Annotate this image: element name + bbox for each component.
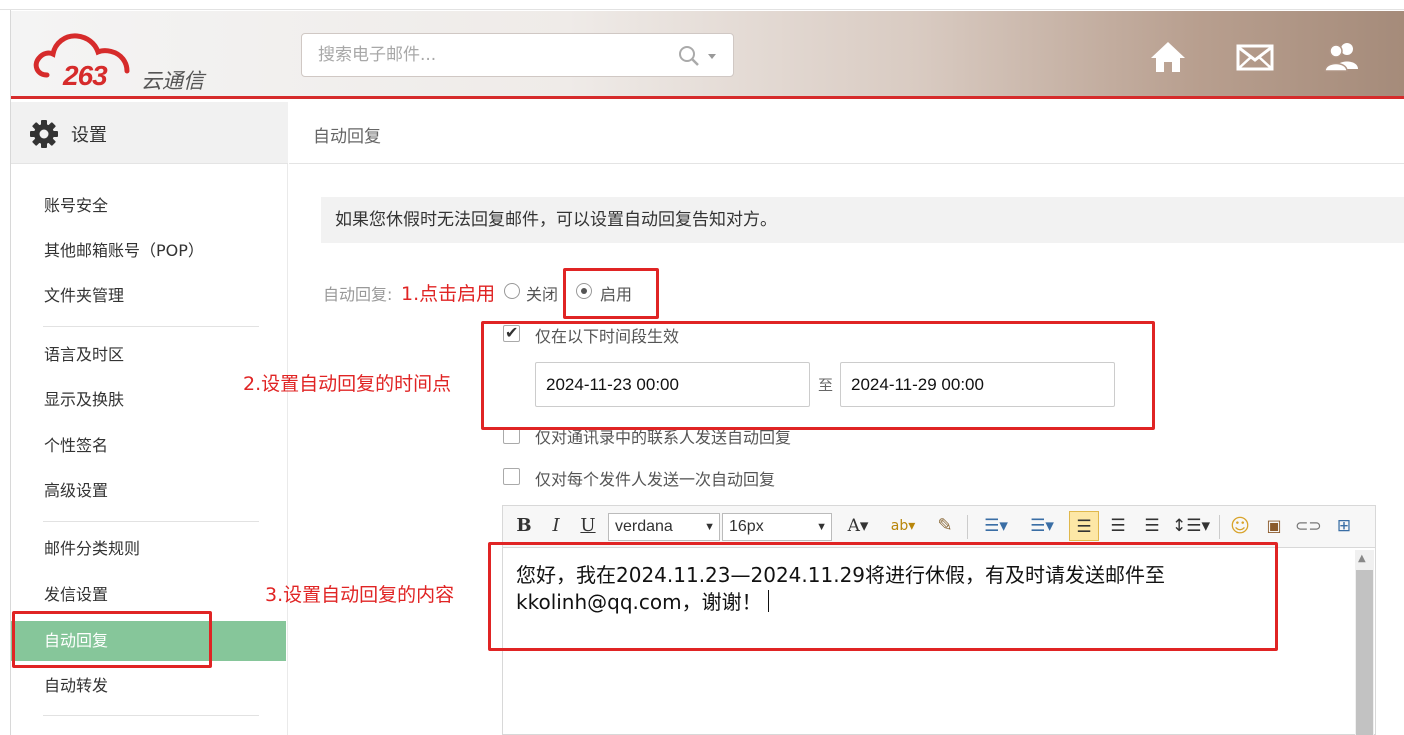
italic-button[interactable]: I bbox=[545, 506, 567, 546]
logo[interactable]: 263 云通信 bbox=[33, 27, 233, 93]
annotation-step-2: 2.设置自动回复的时间点 bbox=[243, 373, 452, 395]
align-right-icon[interactable]: ☰ bbox=[1139, 506, 1165, 546]
font-color-icon[interactable]: A▾ bbox=[841, 506, 875, 546]
info-notice: 如果您休假时无法回复邮件，可以设置自动回复告知对方。 bbox=[321, 197, 1404, 243]
editor-toolbar: B I U verdana ▼ 16px ▼ A▾ ab▾ ✎ ☰▾ ☰▾ ☰ … bbox=[502, 505, 1376, 547]
search-box[interactable] bbox=[301, 33, 734, 77]
sidebar-item-send-settings[interactable]: 发信设置 bbox=[11, 575, 286, 615]
underline-button[interactable]: U bbox=[577, 506, 599, 546]
format-painter-icon[interactable]: ✎ bbox=[931, 506, 959, 546]
sidebar-item-advanced-settings[interactable]: 高级设置 bbox=[11, 471, 286, 511]
logo-text: 云通信 bbox=[141, 69, 204, 93]
annotation-box-time bbox=[481, 321, 1155, 430]
once-per-sender-label: 仅对每个发件人发送一次自动回复 bbox=[535, 470, 776, 489]
annotation-step-3: 3.设置自动回复的内容 bbox=[265, 584, 455, 606]
font-size-value: 16px bbox=[729, 518, 764, 535]
scroll-up-icon[interactable]: ▲ bbox=[1358, 553, 1366, 564]
annotation-box-enable bbox=[563, 268, 659, 319]
sidebar-item-folder-management[interactable]: 文件夹管理 bbox=[11, 276, 286, 316]
page: 263 云通信 搜索电子邮件... 设置 账号安全 其他邮箱账号（POP） 文件… bbox=[0, 0, 1404, 735]
auto-reply-label: 自动回复: bbox=[323, 285, 393, 304]
ordered-list-icon[interactable]: ☰▾ bbox=[977, 506, 1015, 546]
font-size-select[interactable]: 16px ▼ bbox=[722, 513, 832, 541]
sidebar-divider bbox=[43, 326, 259, 327]
sidebar-item-auto-forward[interactable]: 自动转发 bbox=[11, 666, 286, 706]
font-family-value: verdana bbox=[615, 518, 673, 535]
sidebar-item-account-security[interactable]: 账号安全 bbox=[11, 186, 286, 226]
contacts-icon[interactable] bbox=[1322, 39, 1362, 75]
sidebar-item-mail-rules[interactable]: 邮件分类规则 bbox=[11, 529, 286, 569]
sidebar-title: 设置 bbox=[71, 125, 107, 146]
annotation-box-sidebar bbox=[12, 611, 212, 668]
radio-off-label[interactable]: 关闭 bbox=[526, 281, 558, 305]
unordered-list-icon[interactable]: ☰▾ bbox=[1023, 506, 1061, 546]
highlight-color-icon[interactable]: ab▾ bbox=[883, 506, 923, 546]
toolbar-divider bbox=[967, 515, 968, 539]
home-icon[interactable] bbox=[1148, 39, 1188, 75]
main-header: 自动回复 bbox=[289, 102, 1404, 164]
align-center-icon[interactable]: ☰ bbox=[1105, 506, 1131, 546]
sidebar-divider bbox=[43, 521, 259, 522]
toolbar-divider bbox=[1219, 515, 1220, 539]
sidebar-item-signature[interactable]: 个性签名 bbox=[11, 426, 286, 466]
annotation-step-1: 1.点击启用 bbox=[401, 283, 496, 305]
radio-off[interactable] bbox=[504, 283, 520, 299]
sidebar-header: 设置 bbox=[11, 102, 288, 164]
sidebar-item-pop-accounts[interactable]: 其他邮箱账号（POP） bbox=[11, 231, 286, 271]
link-icon[interactable]: ⊂⊃ bbox=[1295, 506, 1322, 546]
align-left-icon[interactable]: ☰ bbox=[1069, 511, 1099, 541]
page-title: 自动回复 bbox=[313, 127, 381, 147]
search-icon[interactable] bbox=[678, 45, 718, 67]
image-icon[interactable]: ▣ bbox=[1261, 506, 1287, 546]
mail-icon[interactable] bbox=[1235, 39, 1275, 75]
chevron-down-icon: ▼ bbox=[704, 521, 715, 533]
gear-icon bbox=[30, 120, 58, 148]
editor-scrollbar-thumb[interactable] bbox=[1356, 570, 1373, 735]
once-per-sender-checkbox[interactable] bbox=[503, 468, 520, 485]
sidebar-divider bbox=[43, 715, 259, 716]
emoji-icon[interactable]: ☺ bbox=[1227, 506, 1253, 546]
table-icon[interactable]: ⊞ bbox=[1331, 506, 1357, 546]
annotation-box-content bbox=[488, 542, 1278, 651]
chevron-down-icon: ▼ bbox=[816, 521, 827, 533]
logo-number: 263 bbox=[63, 60, 108, 91]
header: 263 云通信 bbox=[11, 11, 1404, 99]
search-input[interactable] bbox=[302, 34, 662, 76]
bold-button[interactable]: B bbox=[513, 506, 535, 546]
font-family-select[interactable]: verdana ▼ bbox=[608, 513, 720, 541]
line-height-icon[interactable]: ↕☰▾ bbox=[1171, 506, 1211, 546]
top-rule bbox=[0, 0, 1404, 10]
